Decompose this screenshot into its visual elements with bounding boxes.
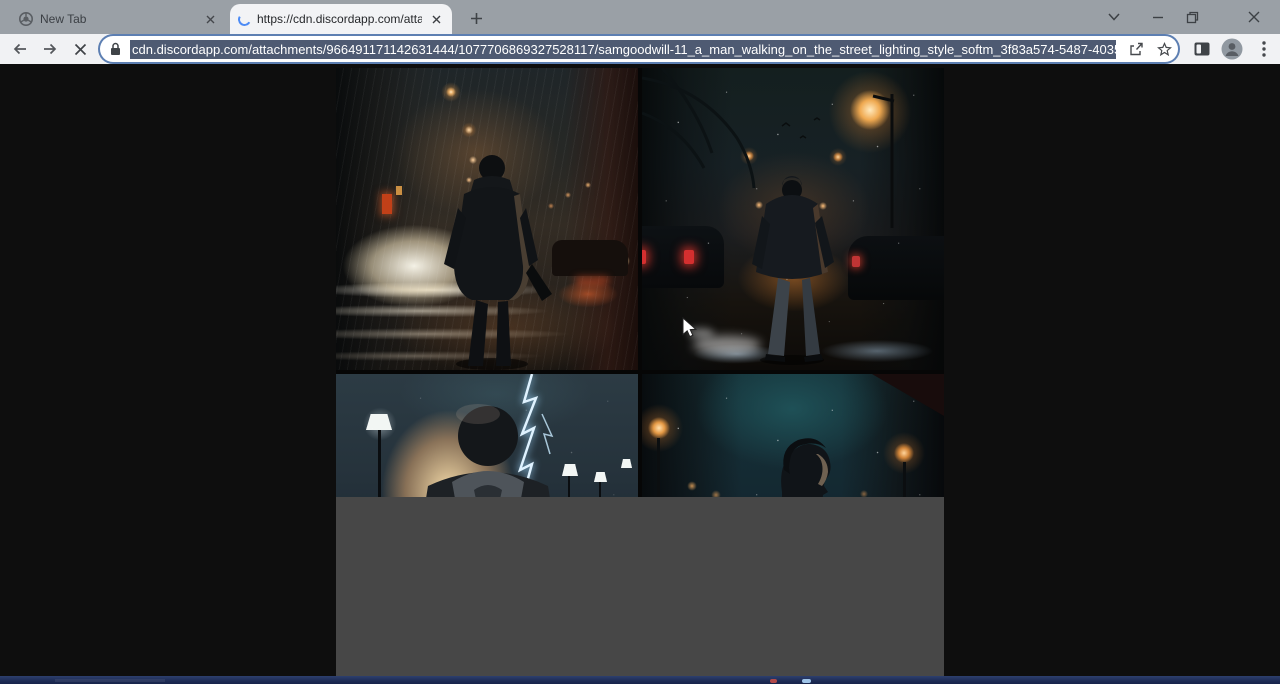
taskbar-app-icon	[802, 679, 811, 683]
tab-close-icon[interactable]	[428, 11, 444, 27]
url-text-selected: cdn.discordapp.com/attachments/966491171…	[130, 40, 1116, 59]
tab-search-button[interactable]	[1100, 4, 1128, 30]
back-arrow-icon	[12, 42, 28, 56]
minimize-icon	[1152, 11, 1164, 23]
toolbar: cdn.discordapp.com/attachments/966491171…	[0, 34, 1280, 64]
minimize-button[interactable]	[1144, 4, 1172, 30]
side-panel-button[interactable]	[1188, 35, 1216, 63]
stop-loading-button[interactable]	[66, 35, 94, 63]
kebab-menu-icon	[1262, 41, 1266, 57]
page-content	[0, 64, 1280, 676]
share-icon	[1129, 42, 1144, 56]
mouse-cursor	[678, 316, 698, 338]
avatar-icon	[1221, 38, 1243, 60]
close-icon	[1248, 11, 1260, 23]
chrome-logo-icon	[18, 11, 34, 27]
forward-arrow-icon	[42, 42, 58, 56]
restore-button[interactable]	[1178, 4, 1206, 30]
taskbar-start-area	[55, 679, 165, 682]
image-loading-placeholder	[336, 497, 944, 676]
star-icon	[1157, 42, 1172, 57]
loading-spinner-icon	[237, 11, 253, 27]
address-bar[interactable]: cdn.discordapp.com/attachments/966491171…	[100, 36, 1178, 62]
forward-button[interactable]	[36, 35, 64, 63]
windows-taskbar[interactable]	[0, 676, 1280, 684]
bookmark-button[interactable]	[1150, 37, 1178, 61]
tab-new-tab[interactable]: New Tab	[10, 4, 226, 34]
tab-strip: New Tab https://cdn.discordapp.com/atta	[0, 0, 1280, 34]
new-tab-button[interactable]	[462, 6, 490, 30]
taskbar-app-icon	[770, 679, 777, 683]
profile-avatar[interactable]	[1218, 35, 1246, 63]
restore-icon	[1186, 11, 1199, 24]
tab-title: https://cdn.discordapp.com/atta	[257, 12, 422, 26]
tab-close-icon[interactable]	[202, 11, 218, 27]
back-button[interactable]	[6, 35, 34, 63]
stop-x-icon	[74, 43, 87, 56]
plus-icon	[470, 12, 483, 25]
browser-window: New Tab https://cdn.discordapp.com/atta	[0, 0, 1280, 684]
tab-discord-attachment[interactable]: https://cdn.discordapp.com/atta	[230, 4, 452, 34]
close-window-button[interactable]	[1240, 4, 1268, 30]
url-field[interactable]: cdn.discordapp.com/attachments/966491171…	[130, 40, 1116, 59]
man-silhouette	[336, 68, 638, 370]
side-panel-icon	[1194, 42, 1210, 56]
image-quadrant-1	[336, 68, 638, 370]
attachment-image[interactable]	[336, 68, 944, 676]
cursor-motion-blur	[693, 336, 761, 354]
lock-icon[interactable]	[100, 42, 130, 56]
tab-title: New Tab	[40, 12, 196, 26]
share-button[interactable]	[1122, 37, 1150, 61]
chevron-down-icon	[1108, 13, 1120, 21]
browser-menu-button[interactable]	[1250, 35, 1278, 63]
